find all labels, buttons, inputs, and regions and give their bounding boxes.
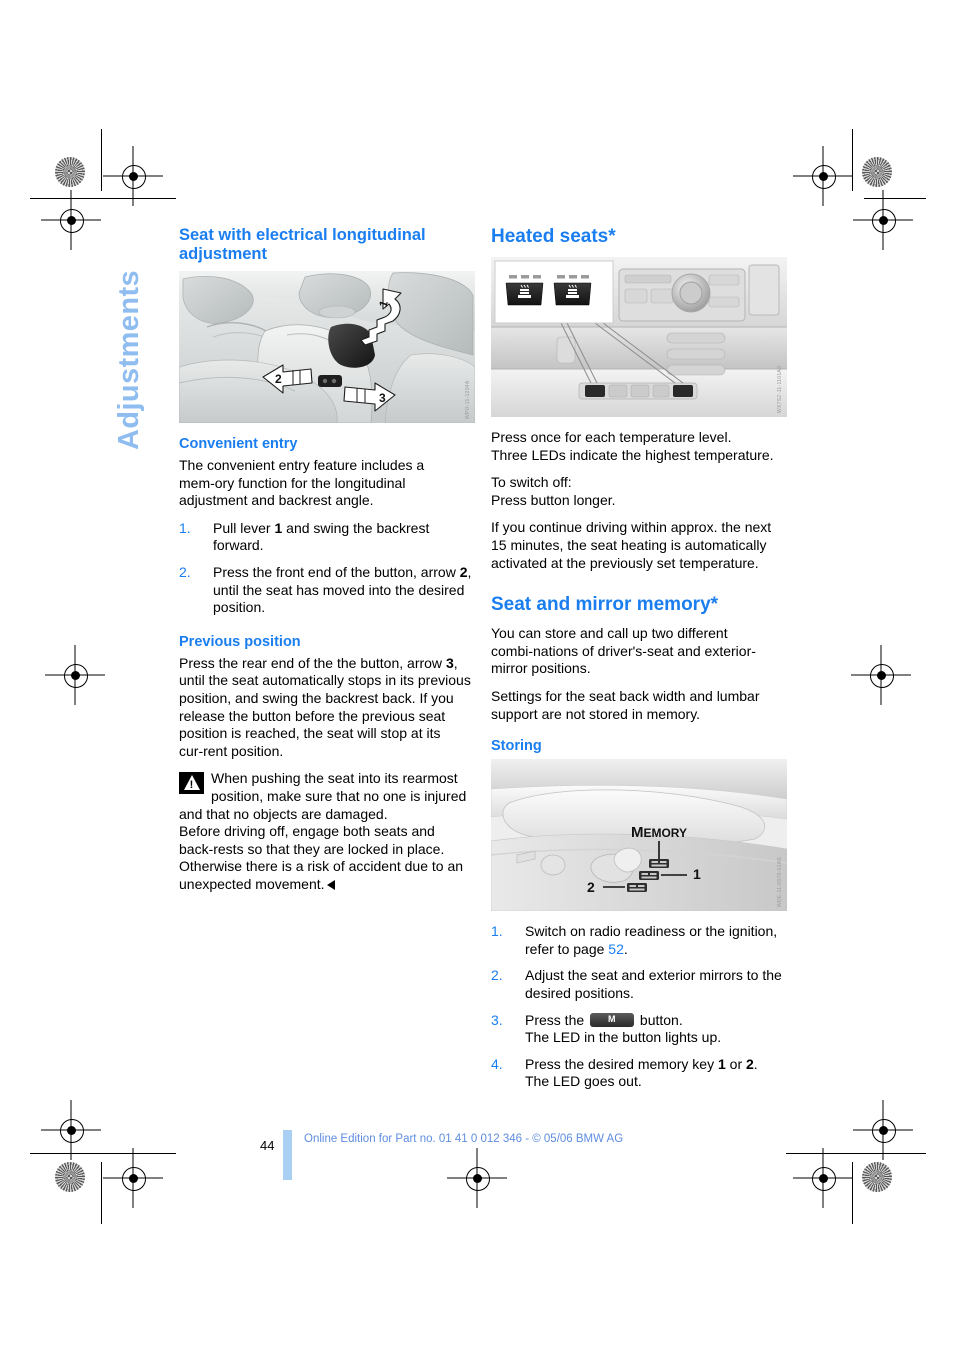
rosette-mark-bottom-left [55,1162,85,1192]
previous-position-emphasis: 3 [445,654,454,671]
registration-mark-tl-upper [103,146,163,206]
rosette-mark-bottom-right [862,1162,892,1192]
svg-text:1: 1 [693,866,701,882]
registration-mark-br-upper [853,1100,913,1160]
heated-seats-para-1: Press once for each temperature level. T… [491,429,774,463]
footer-accent-bar [283,1130,292,1180]
warning-rest-body: Before driving off, engage both seats an… [179,823,464,892]
warning-rest-text: Before driving off, engage both seats an… [179,823,477,893]
section-heading-heated-seats: Heated seats* [491,226,616,247]
svg-text:2: 2 [587,879,595,895]
registration-mark-bl-upper [41,1100,101,1160]
page-number: 44 [260,1138,275,1153]
step-number: 1. [179,519,191,536]
figure-credit-seat: WPO-11-1204A [465,380,471,419]
subsection-heading-storing: Storing [491,738,542,755]
step-text-part1: Press the [525,1011,589,1028]
memory-m-button-icon: M [590,1012,635,1027]
figure-seat-longitudinal-adjustment: 1 2 3 WPO-11-1204A [179,271,475,423]
subsection-heading-previous-position: Previous position [179,633,301,650]
section-end-marker [326,879,335,890]
figure-heated-seats: WX7SZ-11-1101AS [491,257,787,417]
figure-memory-buttons: MEMORY 1 2 WDE-11-0970-01AS [491,759,787,912]
previous-position-text-part1: Press the rear end of the the button, ar… [179,654,446,671]
subsection-heading-convenient-entry: Convenient entry [179,436,298,452]
seat-mirror-memory-para-1: You can store and call up two different … [491,625,756,677]
figure-memory-artwork: MEMORY 1 2 [491,759,787,912]
registration-mark-bl-lower [103,1148,163,1208]
step-number: 2. [491,967,503,984]
memory-m-button-label: M [608,1013,617,1024]
list-item: 3. Press the M button. The LED in the but… [491,1012,789,1047]
registration-mark-tr-lower [853,190,913,250]
convenient-entry-steps: 1. Pull lever 1 and swing the backrest fo… [179,520,477,617]
step-emphasis-1: 1 [717,1055,726,1072]
warning-triangle-icon [179,772,204,795]
step-number: 3. [491,1011,503,1028]
rosette-mark-top-left [55,157,85,187]
step-number: 2. [179,563,191,580]
svg-text:MEMORY: MEMORY [631,824,687,841]
right-column: Heated seats* WX7SZ-11-1101AS Press once… [491,226,789,1101]
step-number: 1. [491,923,503,940]
step-text-part1: Press the desired memory key [525,1055,718,1072]
list-item: 1. Switch on radio readiness or the ignit… [491,923,789,958]
step-number: 4. [491,1055,503,1072]
seat-mirror-memory-para-2: Settings for the seat back width and lum… [491,687,760,722]
list-item: 2. Adjust the seat and exterior mirrors t… [491,967,789,1002]
svg-text:2: 2 [275,372,282,386]
rosette-mark-top-right [862,157,892,187]
svg-text:3: 3 [379,391,386,405]
heated-seats-para-3: If you continue driving within approx. t… [491,519,772,571]
list-item: 1. Pull lever 1 and swing the backrest fo… [179,520,477,555]
chapter-side-tab: Adjustments [105,225,151,455]
step-text-part1: Adjust the seat and exterior mirrors to … [525,967,782,1001]
step-text-part1: Pull lever [213,519,275,536]
registration-mark-tl-lower [41,190,101,250]
convenient-entry-intro: The convenient entry feature includes a … [179,457,425,509]
storing-steps: 1. Switch on radio readiness or the ignit… [491,923,789,1091]
figure-credit-memory: WDE-11-0970-01AS [777,857,783,908]
step-text-mid: or [725,1055,746,1072]
section-heading-seat-mirror-memory: Seat and mirror memory* [491,594,719,616]
step-text-part2: . [623,940,628,957]
warning-block: When pushing the seat into its rearmost … [179,770,477,823]
left-column: Seat with electrical longitudinal adjust… [179,226,477,893]
manual-page: Adjustments Seat with electrical longitu… [0,0,954,1351]
page-reference-link[interactable]: 52 [608,941,624,957]
list-item: 2. Press the front end of the button, arr… [179,564,477,617]
registration-mark-br-lower [793,1148,853,1208]
registration-mark-right-middle [851,645,911,705]
section-heading-seat-electrical: Seat with electrical longitudinal adjust… [179,226,426,263]
figure-heated-seats-artwork [491,257,787,417]
figure-credit-heated-seats: WX7SZ-11-1101AS [777,365,783,413]
registration-mark-tr-upper [793,146,853,206]
warning-lead-text: When pushing the seat into its rearmost … [179,770,467,822]
registration-mark-left-middle [45,645,105,705]
heated-seats-para-2: To switch off: Press button longer. [491,474,616,508]
step-text-part1: Switch on radio readiness or the ignitio… [525,923,778,957]
footer-note: Online Edition for Part no. 01 41 0 012 … [304,1133,624,1145]
trim-line-top-left-v [101,129,102,191]
step-text-part1: Press the front end of the button, arrow [213,563,460,580]
trim-line-bottom-left-v [101,1162,102,1224]
registration-mark-bottom-center [447,1148,507,1208]
step-emphasis-2: 2 [746,1055,754,1072]
chapter-side-tab-label: Adjustments [113,269,145,450]
previous-position-body: Press the rear end of the the button, ar… [179,655,477,761]
figure-seat-artwork: 1 2 3 [179,271,475,423]
list-item: 4. Press the desired memory key 1 or 2. T… [491,1056,789,1091]
step-emphasis: 2 [459,563,468,580]
